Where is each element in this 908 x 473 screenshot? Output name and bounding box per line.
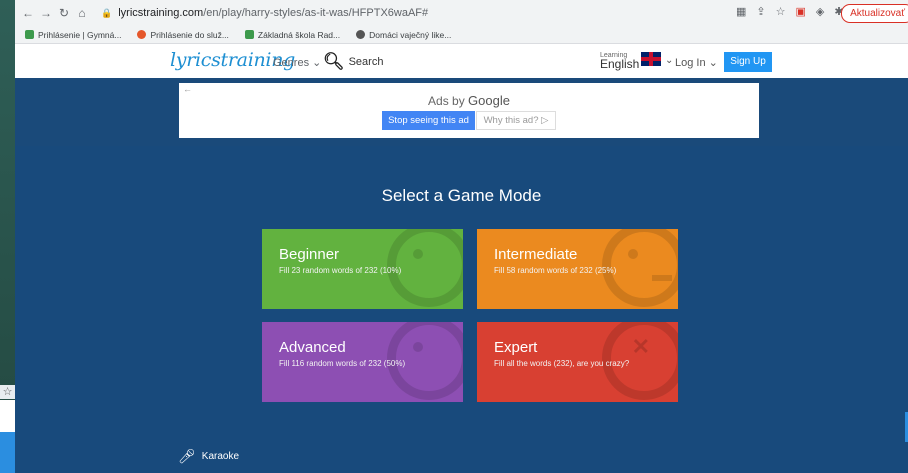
bookmarks-bar: Prihlásenie | Gymná... Prihlásenie do sl… <box>15 26 908 44</box>
mode-subtitle: Fill 23 random words of 232 (10%) <box>279 266 402 275</box>
search-button[interactable]: 🔍︎ Search <box>323 52 383 72</box>
background-window-edge-blue <box>0 432 15 473</box>
bookmark-label: Prihlásenie do služ... <box>150 29 229 40</box>
extension-icon[interactable]: ◈ <box>816 5 824 18</box>
uk-flag-icon[interactable] <box>641 52 661 66</box>
search-icon: 🔍︎ <box>323 52 345 71</box>
bookmark-item[interactable]: Prihlásenie | Gymná... <box>25 30 121 40</box>
update-button[interactable]: Aktualizovať <box>841 4 908 23</box>
browser-window: ← → ↻ ⌂ 🔒 lyricstraining.com /en/play/ha… <box>15 0 908 473</box>
mode-subtitle: Fill 116 random words of 232 (50%) <box>279 359 406 368</box>
bookmark-favicon <box>25 30 34 39</box>
home-icon[interactable]: ⌂ <box>73 6 91 20</box>
star-icon[interactable]: ☆ <box>0 385 15 399</box>
ad-title: Ads by Google <box>179 93 759 108</box>
url-domain: lyricstraining.com <box>118 7 204 19</box>
face-eye <box>413 342 423 352</box>
url-path: /en/play/harry-styles/as-it-was/HFPTX6wa… <box>203 7 429 19</box>
browser-toolbar: ← → ↻ ⌂ 🔒 lyricstraining.com /en/play/ha… <box>15 0 908 26</box>
face-eye <box>413 249 423 259</box>
language-label: English <box>600 57 640 71</box>
mode-subtitle: Fill 58 random words of 232 (25%) <box>494 266 617 275</box>
address-bar[interactable]: 🔒 lyricstraining.com /en/play/harry-styl… <box>101 4 681 22</box>
language-selector[interactable]: Learning English <box>600 52 640 71</box>
ad-title-prefix: Ads by <box>428 94 465 108</box>
bookmark-favicon <box>244 30 254 39</box>
stop-seeing-ad-button[interactable]: Stop seeing this ad <box>382 111 475 130</box>
mode-title: Beginner <box>279 246 340 263</box>
mode-title: Advanced <box>279 339 346 356</box>
mode-card-beginner[interactable]: Beginner Fill 23 random words of 232 (10… <box>262 229 463 309</box>
bookmark-favicon <box>137 30 147 39</box>
microphone-icon: 🎤︎ <box>178 448 196 464</box>
lock-icon: 🔒 <box>101 7 113 18</box>
face-mouth <box>652 275 672 281</box>
google-ad-banner: ← Ads by Google Stop seeing this ad Why … <box>179 83 759 138</box>
face-eye <box>628 249 638 259</box>
mode-card-intermediate[interactable]: Intermediate Fill 58 random words of 232… <box>477 229 678 309</box>
forward-icon[interactable]: → <box>37 6 55 20</box>
translate-icon[interactable]: ▦ <box>736 5 746 18</box>
bookmark-item[interactable]: Prihlásenie do služ... <box>137 29 229 40</box>
mode-card-expert[interactable]: ✕ Expert Fill all the words (232), are y… <box>477 322 678 402</box>
karaoke-label: Karaoke <box>201 451 240 462</box>
genres-menu[interactable]: Genres ⌄ <box>273 56 321 69</box>
chevron-down-icon[interactable]: ⌄ <box>665 55 673 66</box>
x-eye-icon: ✕ <box>631 334 650 359</box>
ad-title-brand: Google <box>468 93 510 108</box>
site-header: lyricstraining Genres ⌄ 🔍︎ Search Learni… <box>15 44 908 78</box>
share-icon[interactable]: ⇪ <box>756 5 765 18</box>
mode-subtitle: Fill all the words (232), are you crazy? <box>494 359 630 368</box>
bookmark-favicon <box>356 30 366 39</box>
why-this-ad-button[interactable]: Why this ad? ▷ <box>476 111 556 130</box>
back-icon[interactable]: ← <box>19 6 37 20</box>
search-label: Search <box>348 56 384 68</box>
extension-red-icon[interactable]: ▣ <box>796 5 806 18</box>
background-window-edge <box>0 400 15 432</box>
bookmark-label: Prihlásenie | Gymná... <box>38 29 122 40</box>
bookmark-label: Základná škola Rad... <box>257 29 341 40</box>
karaoke-mode-link[interactable]: 🎤︎ Karaoke <box>178 448 239 465</box>
signup-button[interactable]: Sign Up <box>724 52 772 72</box>
mode-title: Expert <box>494 339 538 356</box>
bookmark-label: Domáci vaječný like... <box>369 29 452 40</box>
bookmark-item[interactable]: Základná škola Rad... <box>244 29 341 40</box>
mode-title: Intermediate <box>494 246 578 263</box>
reload-icon[interactable]: ↻ <box>55 6 73 20</box>
mode-card-advanced[interactable]: Advanced Fill 116 random words of 232 (5… <box>262 322 463 402</box>
bookmark-star-icon[interactable]: ☆ <box>776 5 786 18</box>
bookmark-item[interactable]: Domáci vaječný like... <box>356 30 451 40</box>
login-menu[interactable]: Log In ⌄ <box>675 56 718 69</box>
page-title: Select a Game Mode <box>381 186 542 205</box>
